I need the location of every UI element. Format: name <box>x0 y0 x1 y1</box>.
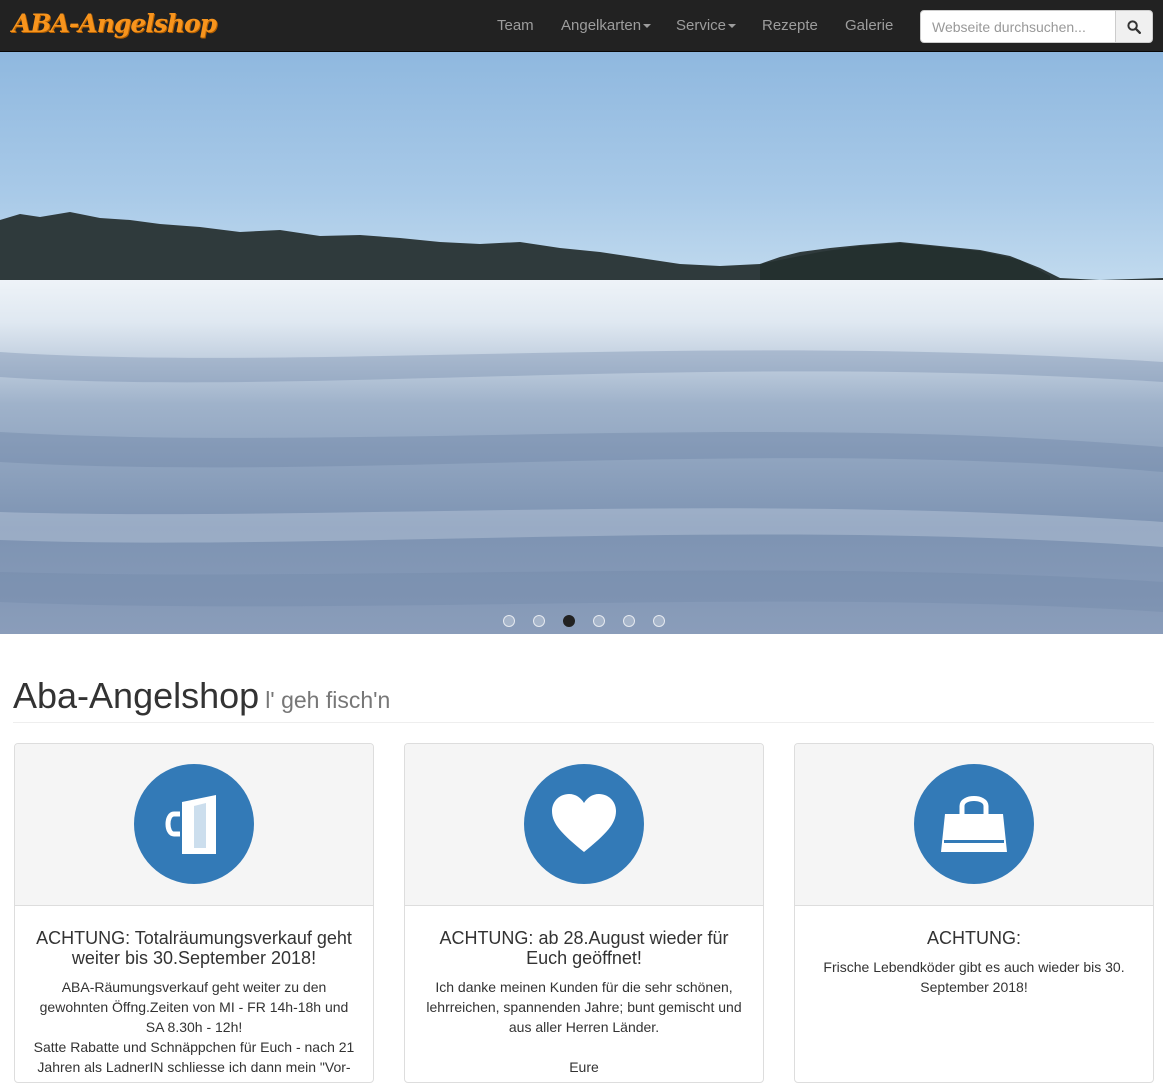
panel-heading <box>15 744 373 906</box>
panel-text-line: Satte Rabatte und Schnäppchen für Euch -… <box>33 1039 355 1055</box>
panel-text: Ich danke meinen Kunden für die sehr sch… <box>421 977 747 1077</box>
caret-down-icon <box>643 24 652 29</box>
carousel-indicator[interactable] <box>503 615 515 627</box>
search-form <box>920 10 1153 43</box>
carousel-indicator[interactable] <box>653 615 665 627</box>
carousel-indicator[interactable] <box>623 615 635 627</box>
nav-item-label: Angelkarten <box>561 17 642 34</box>
panel-text: ABA-Räumungsverkauf geht weiter zu den g… <box>31 977 357 1077</box>
carousel-indicator[interactable] <box>533 615 545 627</box>
info-panel-bait: ACHTUNG: Frische Lebendköder gibt es auc… <box>794 743 1154 1083</box>
panel-title: ACHTUNG: ab 28.August wieder für Euch ge… <box>439 928 729 968</box>
panel-text-line: ABA-Räumungsverkauf geht weiter zu den <box>61 979 327 995</box>
panel-text-line: lehrreichen, spannenden Jahre; bunt gemi… <box>426 999 742 1015</box>
brand-logo[interactable]: ABA-Angelshop <box>12 9 217 38</box>
panel-text-line: September 2018! <box>920 979 1028 995</box>
carousel-indicators <box>0 614 1163 628</box>
search-button[interactable] <box>1115 10 1153 43</box>
panel-text-line: aus aller Herren Länder. <box>508 1019 660 1035</box>
nav-item-service[interactable]: Service <box>676 17 737 34</box>
info-panel-sale: ACHTUNG: Totalräumungsverkauf geht weite… <box>14 743 374 1083</box>
nav-item-galerie[interactable]: Galerie <box>845 17 893 34</box>
nav-item-label: Service <box>676 17 727 34</box>
page-subtitle: l' geh fisch'n <box>265 687 391 713</box>
panel-text-blank <box>421 1037 747 1057</box>
nav-item-rezepte[interactable]: Rezepte <box>762 17 818 34</box>
panel-title: ACHTUNG: Totalräumungsverkauf geht weite… <box>36 928 352 968</box>
nav-item-label: Galerie <box>845 17 894 34</box>
nav-item-label: Team <box>497 17 534 34</box>
panel-text: Frische Lebendköder gibt es auch wieder … <box>811 957 1137 997</box>
icon-circle <box>914 764 1034 884</box>
heart-icon <box>552 794 616 852</box>
nav-item-label: Rezepte <box>762 17 818 34</box>
panel-title: ACHTUNG: <box>927 928 1021 948</box>
search-input[interactable] <box>920 10 1116 43</box>
icon-circle <box>524 764 644 884</box>
panel-text-line: gewohnten Öffng.Zeiten von MI - FR 14h-1… <box>39 999 349 1015</box>
panel-body: ACHTUNG: Frische Lebendköder gibt es auc… <box>795 928 1153 997</box>
shopping-bag-door-icon <box>165 795 216 854</box>
caret-down-icon <box>728 24 737 29</box>
panel-text-line: Frische Lebendköder gibt es auch wieder … <box>823 959 1125 975</box>
carousel-slide-image <box>0 52 1163 634</box>
carousel-indicator-active[interactable] <box>563 615 575 627</box>
page-header: Aba-Angelshop l' geh fisch'n <box>13 673 1154 723</box>
search-icon <box>1127 19 1141 34</box>
page-title-text: Aba-Angelshop <box>13 675 260 716</box>
hero-carousel[interactable] <box>0 52 1163 634</box>
panel-text-line: Ich danke meinen Kunden für die sehr sch… <box>435 979 733 995</box>
navbar: ABA-Angelshop Team Angelkarten Service R… <box>0 0 1163 52</box>
page-title: Aba-Angelshop l' geh fisch'n <box>13 675 390 717</box>
panel-text-line: Eure <box>569 1059 599 1075</box>
panel-body: ACHTUNG: Totalräumungsverkauf geht weite… <box>15 928 373 1077</box>
nav-item-angelkarten[interactable]: Angelkarten <box>561 17 652 34</box>
panel-body: ACHTUNG: ab 28.August wieder für Euch ge… <box>405 928 763 1077</box>
panel-text-line: Jahren als LadnerIN schliesse ich dann m… <box>37 1059 351 1075</box>
panel-heading <box>795 744 1153 906</box>
carousel-indicator[interactable] <box>593 615 605 627</box>
nav-item-team[interactable]: Team <box>497 17 534 34</box>
icon-circle <box>134 764 254 884</box>
panel-heading <box>405 744 763 906</box>
panel-text-line: SA 8.30h - 12h! <box>145 1019 243 1035</box>
shopping-bag-icon <box>941 796 1007 852</box>
info-panel-reopen: ACHTUNG: ab 28.August wieder für Euch ge… <box>404 743 764 1083</box>
